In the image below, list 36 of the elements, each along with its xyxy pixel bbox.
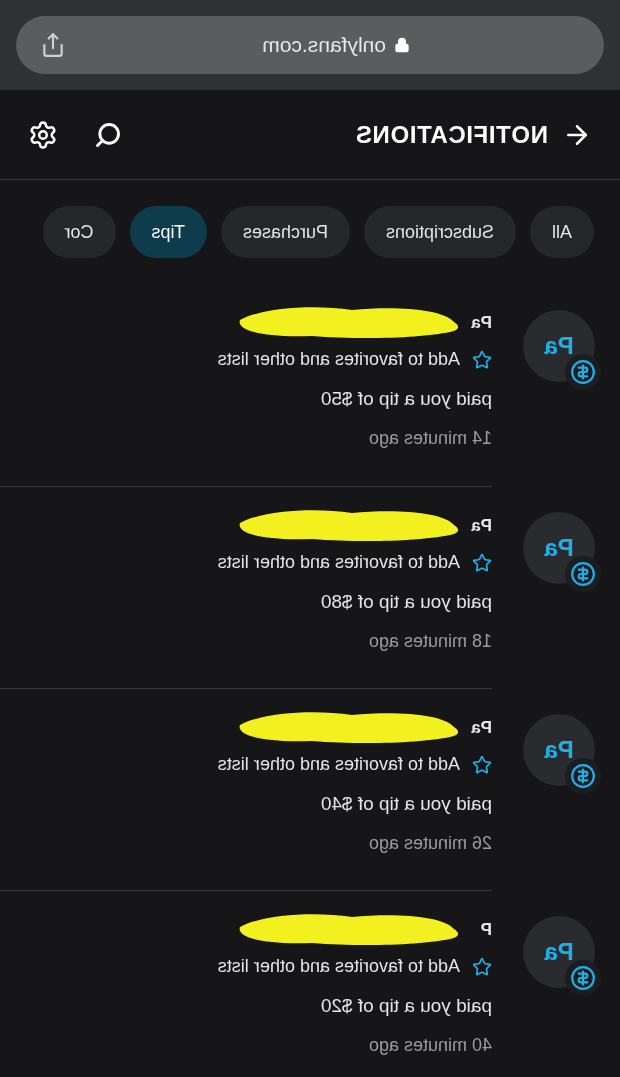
- star-icon[interactable]: [472, 754, 492, 775]
- notification-message: paid you a tip of $80: [319, 590, 492, 614]
- page-title: NOTIFICATIONS: [354, 119, 548, 150]
- favorites-link[interactable]: Add to favorites and other lists: [217, 549, 460, 576]
- address-bar[interactable]: onlyfans.com: [16, 16, 604, 74]
- user-name[interactable]: P: [480, 920, 492, 939]
- notification-time: 14 minutes ago: [367, 427, 492, 450]
- favorites-link[interactable]: Add to favorites and other lists: [217, 751, 460, 778]
- star-icon[interactable]: [472, 552, 492, 573]
- search-icon[interactable]: [94, 120, 122, 149]
- filter-tab[interactable]: Cor: [42, 206, 116, 258]
- user-name[interactable]: Pa: [471, 313, 492, 332]
- notification-message: paid you a tip of $50: [319, 387, 492, 411]
- share-icon[interactable]: [40, 32, 66, 58]
- filter-tab[interactable]: Tips: [129, 206, 207, 258]
- dollar-badge-icon: [565, 960, 601, 996]
- notification-time: 26 minutes ago: [367, 832, 492, 855]
- filter-tab[interactable]: Subscriptions: [363, 206, 516, 258]
- url-text: onlyfans.com: [262, 32, 386, 59]
- user-name[interactable]: Pa: [471, 516, 492, 535]
- filter-tab[interactable]: Purchases: [220, 206, 350, 258]
- notification-message: paid you a tip of $20: [319, 994, 492, 1018]
- favorites-link[interactable]: Add to favorites and other lists: [217, 346, 460, 373]
- lock-icon: [394, 37, 410, 53]
- star-icon[interactable]: [472, 349, 492, 370]
- user-name[interactable]: Pa: [471, 718, 492, 737]
- settings-icon[interactable]: [28, 119, 58, 150]
- filter-tab[interactable]: All: [530, 206, 594, 258]
- star-icon[interactable]: [472, 956, 492, 977]
- dollar-badge-icon: [565, 354, 601, 390]
- notification-time: 40 minutes ago: [367, 1034, 492, 1057]
- favorites-link[interactable]: Add to favorites and other lists: [217, 953, 460, 980]
- notification-time: 18 minutes ago: [367, 630, 492, 653]
- dollar-badge-icon: [565, 556, 601, 592]
- notification-message: paid you a tip of $40: [319, 792, 492, 816]
- dollar-badge-icon: [565, 758, 601, 794]
